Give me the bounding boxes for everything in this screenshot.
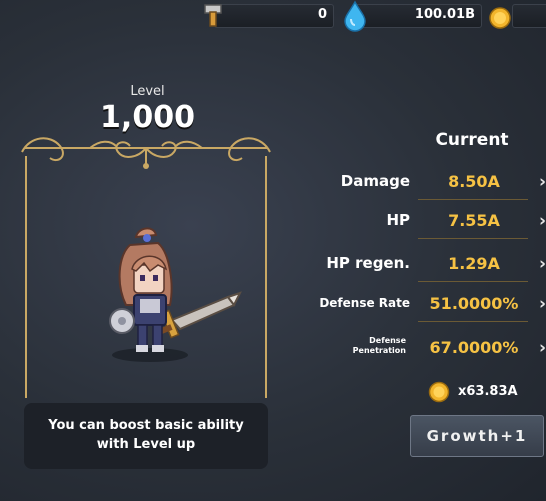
chevron-right-icon[interactable]: › xyxy=(539,338,546,358)
stat-underline xyxy=(418,238,528,239)
stat-row-hp[interactable]: HP 7.55A › xyxy=(290,203,546,239)
chevron-right-icon[interactable]: › xyxy=(539,254,546,274)
stat-underline xyxy=(418,321,528,322)
water-drop-icon xyxy=(344,0,366,32)
current-header: Current xyxy=(435,130,509,150)
stat-label-line1: Defense xyxy=(369,336,406,345)
level-label: Level xyxy=(130,84,165,99)
stat-underline xyxy=(418,199,528,200)
gem-resource-bar: 100.01B xyxy=(354,4,482,28)
stat-value: 67.0000% xyxy=(429,338,519,357)
stat-row-defense-penetration[interactable]: Defense Penetration 67.0000% › xyxy=(290,330,546,366)
stat-label: HP regen. xyxy=(326,254,410,272)
hammer-resource-bar: 0 xyxy=(214,4,334,28)
growth-cost: x63.83A xyxy=(458,384,518,399)
growth-button[interactable]: Growth+1 xyxy=(410,415,544,457)
gem-count: 100.01B xyxy=(414,7,475,22)
chevron-right-icon[interactable]: › xyxy=(539,211,546,231)
hammer-count: 0 xyxy=(317,7,327,22)
stat-value: 1.29A xyxy=(448,254,500,273)
stat-value: 51.0000% xyxy=(429,294,519,313)
stat-value: 7.55A xyxy=(448,211,500,230)
stat-label-line2: Penetration xyxy=(352,346,406,355)
hammer-icon xyxy=(204,4,222,27)
growth-button-label: Growth+1 xyxy=(426,427,528,445)
chevron-right-icon[interactable]: › xyxy=(539,294,546,314)
level-hint-box: You can boost basic ability with Level u… xyxy=(24,403,268,469)
stat-underline xyxy=(418,281,528,282)
chevron-right-icon[interactable]: › xyxy=(539,172,546,192)
gold-coin-icon xyxy=(489,7,511,29)
gold-resource-bar xyxy=(512,4,546,28)
stat-row-damage[interactable]: Damage 8.50A › xyxy=(290,164,546,200)
hero-sprite xyxy=(109,227,242,362)
stat-label: HP xyxy=(386,211,410,229)
stat-value: 8.50A xyxy=(448,172,500,191)
stat-row-hp-regen[interactable]: HP regen. 1.29A › xyxy=(290,246,546,282)
stat-label: Defense Rate xyxy=(319,296,410,310)
level-hint-text: You can boost basic ability with Level u… xyxy=(48,418,244,452)
gold-coin-icon xyxy=(428,381,450,403)
stat-row-defense-rate[interactable]: Defense Rate 51.0000% › xyxy=(290,286,546,322)
stat-label: Damage xyxy=(340,172,410,190)
